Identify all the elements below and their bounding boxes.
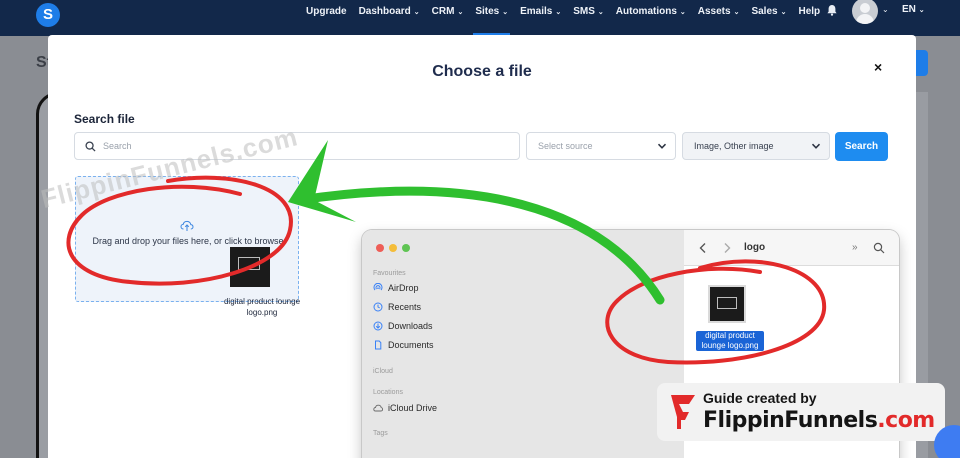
badge-brand: FlippinFunnels.com bbox=[703, 408, 935, 433]
flippinfunnels-logo-icon bbox=[671, 395, 695, 429]
green-arrowhead bbox=[288, 140, 356, 222]
guide-badge: Guide created by FlippinFunnels.com bbox=[657, 383, 945, 441]
green-arrow bbox=[295, 186, 665, 305]
badge-caption: Guide created by bbox=[703, 390, 817, 406]
